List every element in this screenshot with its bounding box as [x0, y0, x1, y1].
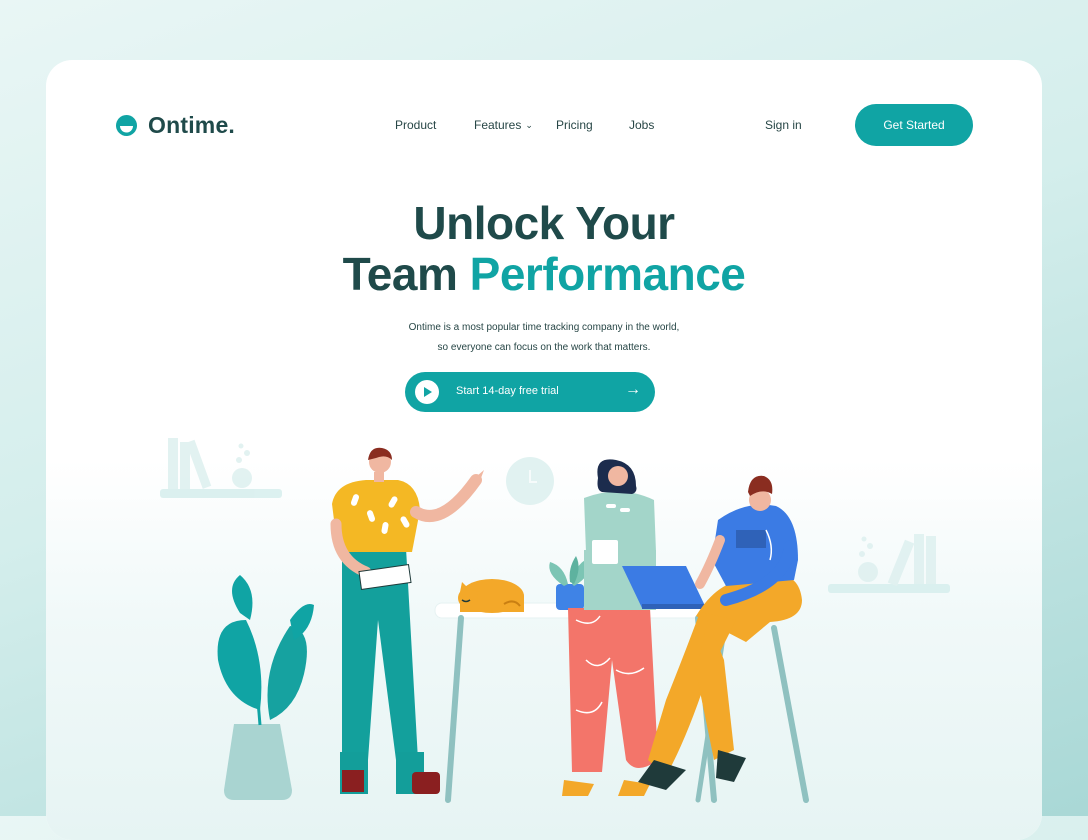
standing-woman: [562, 459, 658, 796]
landing-card: Ontime. Product Features ⌄ Pricing Jobs S…: [46, 60, 1042, 840]
wall-clock-icon: [506, 457, 554, 505]
team-illustration: [160, 438, 950, 803]
left-bookshelf: [160, 438, 282, 498]
right-bookshelf: [828, 534, 950, 593]
cat-icon: [458, 579, 524, 613]
plant-icon: [217, 575, 314, 800]
